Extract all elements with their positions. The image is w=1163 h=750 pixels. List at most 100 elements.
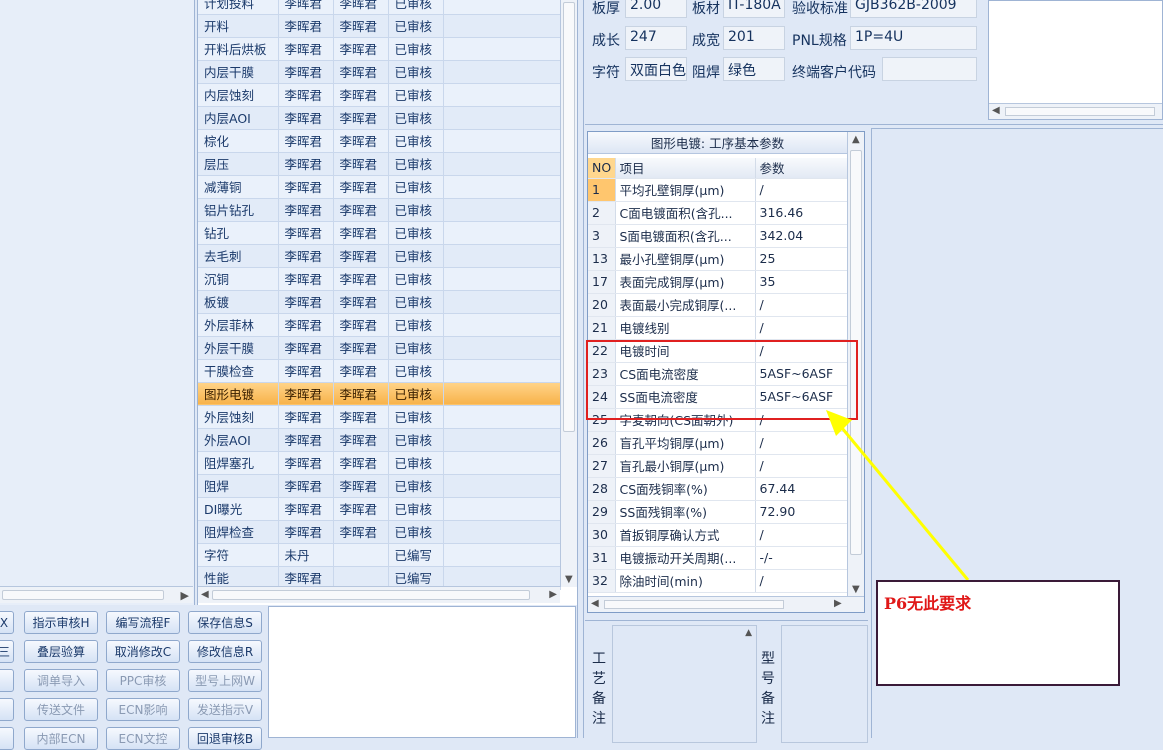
process-row[interactable]: 外层蚀刻 李晖君 李晖君 已审核 — [198, 405, 561, 429]
pnl-field[interactable]: 1P=4U — [850, 26, 977, 50]
param-cell-value[interactable]: 342.04 — [755, 224, 848, 248]
button-partial-3[interactable] — [0, 669, 14, 692]
process-row[interactable]: 开料 李晖君 李晖君 已审核 — [198, 14, 561, 38]
process-cell-user1[interactable]: 李晖君 — [278, 152, 334, 176]
process-cell-user1[interactable]: 李晖君 — [278, 37, 334, 61]
panel-splitter[interactable] — [577, 0, 584, 738]
cancel-edit-button[interactable]: 取消修改C — [106, 640, 180, 663]
process-cell-status[interactable]: 已审核 — [388, 451, 444, 475]
process-cell-user2[interactable]: 李晖君 — [333, 451, 389, 475]
scroll-right-icon[interactable]: ▶ — [549, 589, 557, 600]
model-remark-field[interactable] — [781, 625, 868, 743]
process-cell-user2[interactable]: 李晖君 — [333, 497, 389, 521]
process-cell-status[interactable]: 已审核 — [388, 474, 444, 498]
process-cell-process[interactable]: 外层菲林 — [198, 313, 279, 337]
process-cell-process[interactable]: 外层AOI — [198, 428, 279, 452]
process-cell-user1[interactable]: 李晖君 — [278, 129, 334, 153]
legend-field[interactable]: 双面白色 — [625, 57, 687, 81]
param-cell-value[interactable]: 25 — [755, 247, 848, 271]
process-cell-status[interactable]: 已审核 — [388, 83, 444, 107]
process-row[interactable]: 内层蚀刻 李晖君 李晖君 已审核 — [198, 83, 561, 107]
send-instruction-button[interactable]: 发送指示V — [188, 698, 262, 721]
process-cell-process[interactable]: 外层蚀刻 — [198, 405, 279, 429]
process-cell-status[interactable]: 已审核 — [388, 175, 444, 199]
process-row[interactable]: 钻孔 李晖君 李晖君 已审核 — [198, 221, 561, 245]
process-cell-empty[interactable] — [443, 106, 561, 130]
param-cell-value[interactable]: / — [755, 454, 848, 478]
param-cell-no[interactable]: 26 — [588, 431, 616, 455]
param-cell-no[interactable]: 13 — [588, 247, 616, 271]
button-partial-4[interactable] — [0, 698, 14, 721]
param-cell-value[interactable]: 316.46 — [755, 201, 848, 225]
process-cell-empty[interactable] — [443, 152, 561, 176]
process-cell-empty[interactable] — [443, 543, 561, 567]
process-cell-empty[interactable] — [443, 129, 561, 153]
process-cell-user1[interactable]: 李晖君 — [278, 290, 334, 314]
process-cell-user1[interactable]: 李晖君 — [278, 451, 334, 475]
process-cell-process[interactable]: 去毛刺 — [198, 244, 279, 268]
process-cell-user1[interactable]: 李晖君 — [278, 497, 334, 521]
param-cell-value[interactable]: / — [755, 316, 848, 340]
process-cell-status[interactable]: 已审核 — [388, 0, 444, 15]
param-cell-no[interactable]: 2 — [588, 201, 616, 225]
param-cell-value[interactable]: / — [755, 178, 848, 202]
length-field[interactable]: 247 — [625, 26, 687, 50]
process-cell-process[interactable]: 外层干膜 — [198, 336, 279, 360]
param-cell-no[interactable]: 31 — [588, 546, 616, 570]
param-cell-no[interactable]: 27 — [588, 454, 616, 478]
scroll-thumb[interactable] — [1005, 107, 1155, 116]
left-horizontal-scrollbar[interactable]: ▶ — [0, 586, 193, 603]
param-row[interactable]: 17 表面完成铜厚(μm) 35 — [588, 270, 848, 294]
process-cell-user1[interactable]: 李晖君 — [278, 244, 334, 268]
process-cell-user2[interactable]: 李晖君 — [333, 474, 389, 498]
process-cell-user2[interactable]: 李晖君 — [333, 382, 389, 406]
param-cell-value[interactable]: / — [755, 569, 848, 593]
process-cell-user1[interactable]: 李晖君 — [278, 0, 334, 15]
model-online-button[interactable]: 型号上网W — [188, 669, 262, 692]
param-cell-no[interactable]: 3 — [588, 224, 616, 248]
process-cell-empty[interactable] — [443, 290, 561, 314]
stackup-check-button[interactable]: 叠层验算 — [24, 640, 98, 663]
process-cell-user1[interactable]: 李晖君 — [278, 382, 334, 406]
process-cell-user2[interactable]: 李晖君 — [333, 267, 389, 291]
board-thickness-field[interactable]: 2.00 — [625, 0, 687, 18]
param-row[interactable]: 27 盲孔最小铜厚(μm) / — [588, 454, 848, 478]
process-cell-status[interactable]: 已审核 — [388, 382, 444, 406]
param-row[interactable]: 2 C面电镀面积(含孔... 316.46 — [588, 201, 848, 225]
process-row[interactable]: 阻焊塞孔 李晖君 李晖君 已审核 — [198, 451, 561, 475]
param-cell-value[interactable]: -/- — [755, 546, 848, 570]
process-cell-status[interactable]: 已审核 — [388, 336, 444, 360]
process-cell-empty[interactable] — [443, 405, 561, 429]
process-cell-user2[interactable]: 李晖君 — [333, 221, 389, 245]
process-cell-status[interactable]: 已审核 — [388, 428, 444, 452]
process-cell-user2[interactable]: 李晖君 — [333, 428, 389, 452]
process-row[interactable]: 阻焊检查 李晖君 李晖君 已审核 — [198, 520, 561, 544]
modify-info-button[interactable]: 修改信息R — [188, 640, 262, 663]
header-no[interactable]: NO — [588, 158, 616, 179]
param-cell-no[interactable]: 28 — [588, 477, 616, 501]
process-row[interactable]: 外层菲林 李晖君 李晖君 已审核 — [198, 313, 561, 337]
process-row[interactable]: 层压 李晖君 李晖君 已审核 — [198, 152, 561, 176]
param-cell-no[interactable]: 17 — [588, 270, 616, 294]
process-cell-status[interactable]: 已审核 — [388, 405, 444, 429]
param-cell-item[interactable]: 表面完成铜厚(μm) — [615, 270, 756, 294]
param-row[interactable]: 26 盲孔平均铜厚(μm) / — [588, 431, 848, 455]
process-cell-process[interactable]: 沉铜 — [198, 267, 279, 291]
param-cell-no[interactable]: 30 — [588, 523, 616, 547]
process-row[interactable]: 板镀 李晖君 李晖君 已审核 — [198, 290, 561, 314]
param-cell-item[interactable]: SS面残铜率(%) — [615, 500, 756, 524]
process-cell-user2[interactable]: 李晖君 — [333, 83, 389, 107]
param-row[interactable]: 30 首扳铜厚确认方式 / — [588, 523, 848, 547]
process-cell-status[interactable]: 已审核 — [388, 520, 444, 544]
process-row[interactable]: 字符 未丹 已编写 — [198, 543, 561, 567]
process-cell-process[interactable]: 棕化 — [198, 129, 279, 153]
process-cell-empty[interactable] — [443, 267, 561, 291]
ecn-impact-button[interactable]: ECN影响 — [106, 698, 180, 721]
process-row[interactable]: 沉铜 李晖君 李晖君 已审核 — [198, 267, 561, 291]
scroll-left-icon[interactable]: ◀ — [992, 105, 1000, 116]
process-cell-empty[interactable] — [443, 244, 561, 268]
scroll-down-icon[interactable]: ▼ — [852, 584, 860, 595]
process-cell-user2[interactable]: 李晖君 — [333, 244, 389, 268]
process-cell-process[interactable]: 字符 — [198, 543, 279, 567]
param-row[interactable]: 3 S面电镀面积(含孔... 342.04 — [588, 224, 848, 248]
